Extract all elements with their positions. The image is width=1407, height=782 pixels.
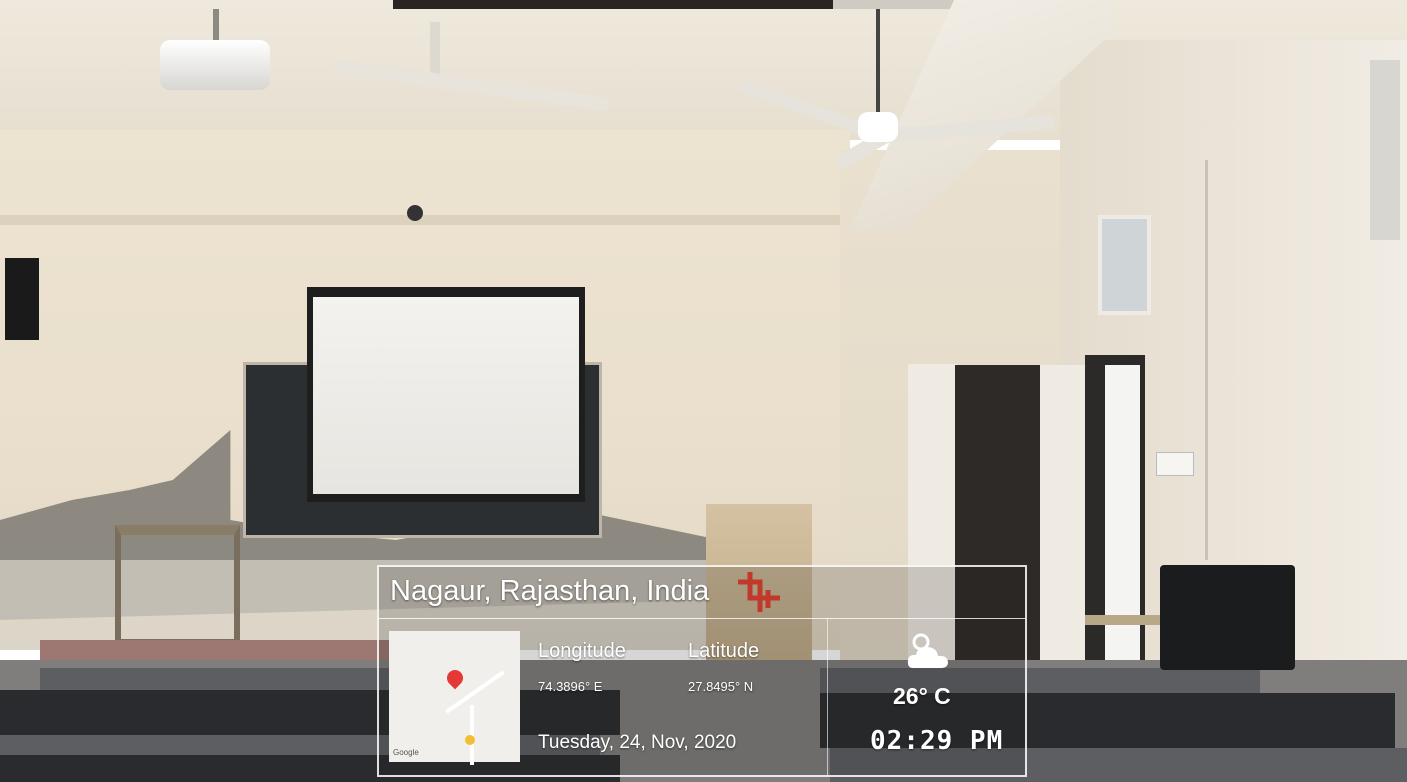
overlay-divider bbox=[827, 618, 828, 776]
ceiling-strip bbox=[393, 0, 833, 9]
fan-rod bbox=[430, 22, 440, 77]
wall-speaker bbox=[5, 258, 39, 340]
projector-mount bbox=[213, 9, 219, 44]
latitude-label: Latitude bbox=[688, 640, 760, 662]
window bbox=[1098, 215, 1151, 315]
window bbox=[1370, 60, 1400, 240]
time-text: 02:29 PM bbox=[870, 726, 1004, 756]
fan-rod bbox=[876, 9, 880, 114]
ceiling-fan-hub bbox=[858, 112, 898, 142]
map-marker-icon bbox=[465, 735, 475, 745]
side-table bbox=[115, 525, 240, 645]
longitude-label: Longitude bbox=[538, 640, 626, 662]
date-text: Tuesday, 24, Nov, 2020 bbox=[538, 732, 737, 753]
bench-top bbox=[40, 668, 420, 690]
crt-monitor bbox=[1160, 565, 1295, 670]
map-brand: Google bbox=[393, 748, 419, 757]
wall-notice bbox=[1156, 452, 1194, 476]
classroom-photo: Nagaur, Rajasthan, India Google Longitud… bbox=[0, 0, 1407, 782]
projector-screen bbox=[313, 297, 579, 494]
ceiling-projector bbox=[160, 40, 270, 90]
longitude-value: 74.3896° E bbox=[538, 679, 603, 694]
wall-pipe bbox=[1205, 160, 1208, 560]
cctv-camera bbox=[407, 205, 423, 221]
map-thumbnail[interactable] bbox=[389, 631, 520, 762]
temperature: 26° C bbox=[893, 683, 951, 709]
ceiling-strip-light bbox=[833, 0, 963, 9]
logo-icon bbox=[738, 572, 780, 612]
location-title: Nagaur, Rajasthan, India bbox=[390, 575, 710, 607]
partly-cloudy-icon bbox=[907, 633, 948, 668]
overlay-divider bbox=[378, 618, 1026, 619]
door-frame bbox=[1040, 365, 1085, 675]
latitude-value: 27.8495° N bbox=[688, 679, 754, 694]
